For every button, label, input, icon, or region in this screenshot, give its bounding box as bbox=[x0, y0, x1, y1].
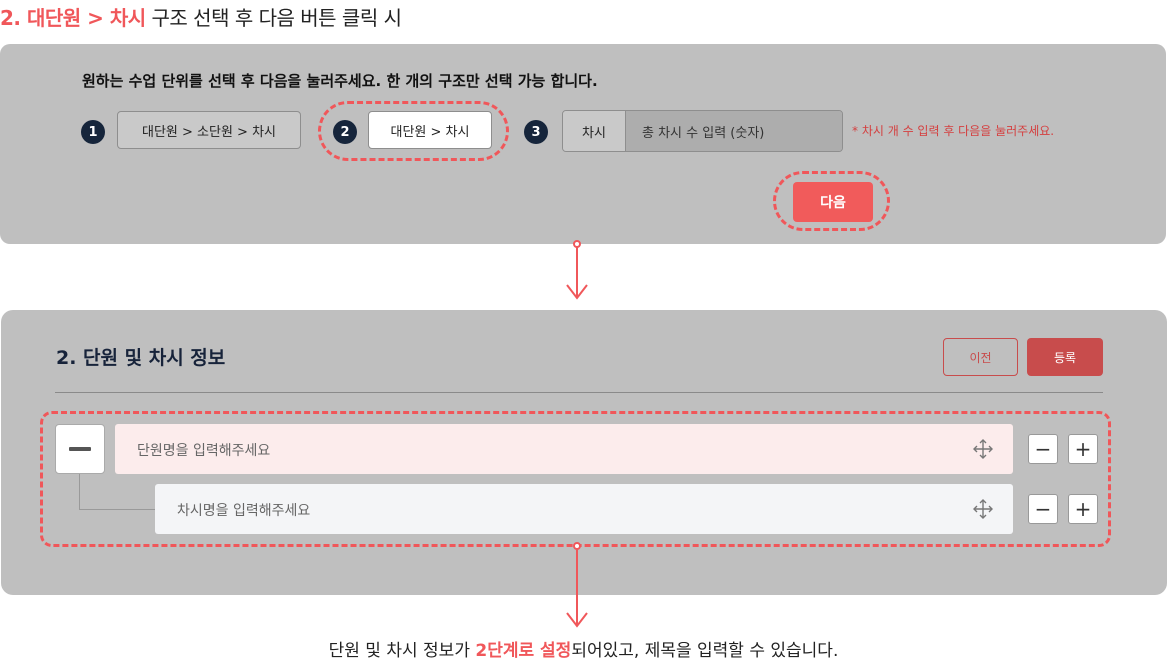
page-heading: 2. 대단원 > 차시 구조 선택 후 다음 버튼 클릭 시 bbox=[0, 2, 402, 31]
option-number-3: 3 bbox=[524, 120, 548, 144]
lesson-count-input[interactable]: 총 차시 수 입력 (숫자) bbox=[626, 111, 842, 151]
option-1-button[interactable]: 대단원 > 소단원 > 차시 bbox=[117, 111, 301, 149]
unit-add-button[interactable]: + bbox=[1068, 434, 1098, 464]
minus-icon bbox=[69, 447, 91, 451]
next-button[interactable]: 다음 bbox=[793, 182, 873, 222]
move-icon[interactable] bbox=[972, 438, 994, 460]
option-number-2: 2 bbox=[333, 120, 357, 144]
lesson-remove-button[interactable]: − bbox=[1028, 494, 1058, 524]
heading-highlight: 2. 대단원 > 차시 bbox=[0, 6, 146, 30]
option-3-button[interactable]: 차시 bbox=[563, 111, 626, 151]
arrow-down-head bbox=[566, 284, 588, 300]
caption-highlight: 2단계로 설정 bbox=[475, 641, 572, 661]
section-title: 2. 단원 및 차시 정보 bbox=[56, 347, 226, 369]
tree-connector-horizontal bbox=[79, 509, 155, 510]
lesson-name-input[interactable]: 차시명을 입력해주세요 bbox=[177, 500, 310, 520]
move-icon[interactable] bbox=[972, 498, 994, 520]
option-number-1: 1 bbox=[81, 120, 105, 144]
arrow-down-head bbox=[566, 612, 588, 628]
tree-connector-vertical bbox=[79, 474, 80, 509]
instruction-text: 원하는 수업 단위를 선택 후 다음을 눌러주세요. 한 개의 구조만 선택 가… bbox=[82, 72, 598, 90]
prev-button[interactable]: 이전 bbox=[943, 338, 1018, 376]
section-divider bbox=[55, 392, 1103, 393]
caption-before: 단원 및 차시 정보가 bbox=[328, 641, 476, 661]
lesson-name-row[interactable]: 차시명을 입력해주세요 bbox=[155, 484, 1013, 534]
register-button[interactable]: 등록 bbox=[1027, 338, 1103, 376]
unit-remove-button[interactable]: − bbox=[1028, 434, 1058, 464]
lesson-count-note: * 차시 개 수 입력 후 다음을 눌러주세요. bbox=[852, 124, 1055, 138]
heading-rest: 구조 선택 후 다음 버튼 클릭 시 bbox=[145, 6, 402, 30]
collapse-button[interactable] bbox=[55, 424, 105, 474]
unit-name-row[interactable]: 단원명을 입력해주세요 bbox=[115, 424, 1013, 474]
caption-after: 되어있고, 제목을 입력할 수 있습니다. bbox=[571, 641, 839, 661]
option-3-field: 차시 총 차시 수 입력 (숫자) bbox=[562, 110, 843, 152]
lesson-add-button[interactable]: + bbox=[1068, 494, 1098, 524]
caption: 단원 및 차시 정보가 2단계로 설정되어있고, 제목을 입력할 수 있습니다. bbox=[0, 636, 1167, 661]
option-2-button[interactable]: 대단원 > 차시 bbox=[368, 111, 492, 149]
unit-name-input[interactable]: 단원명을 입력해주세요 bbox=[137, 440, 270, 460]
